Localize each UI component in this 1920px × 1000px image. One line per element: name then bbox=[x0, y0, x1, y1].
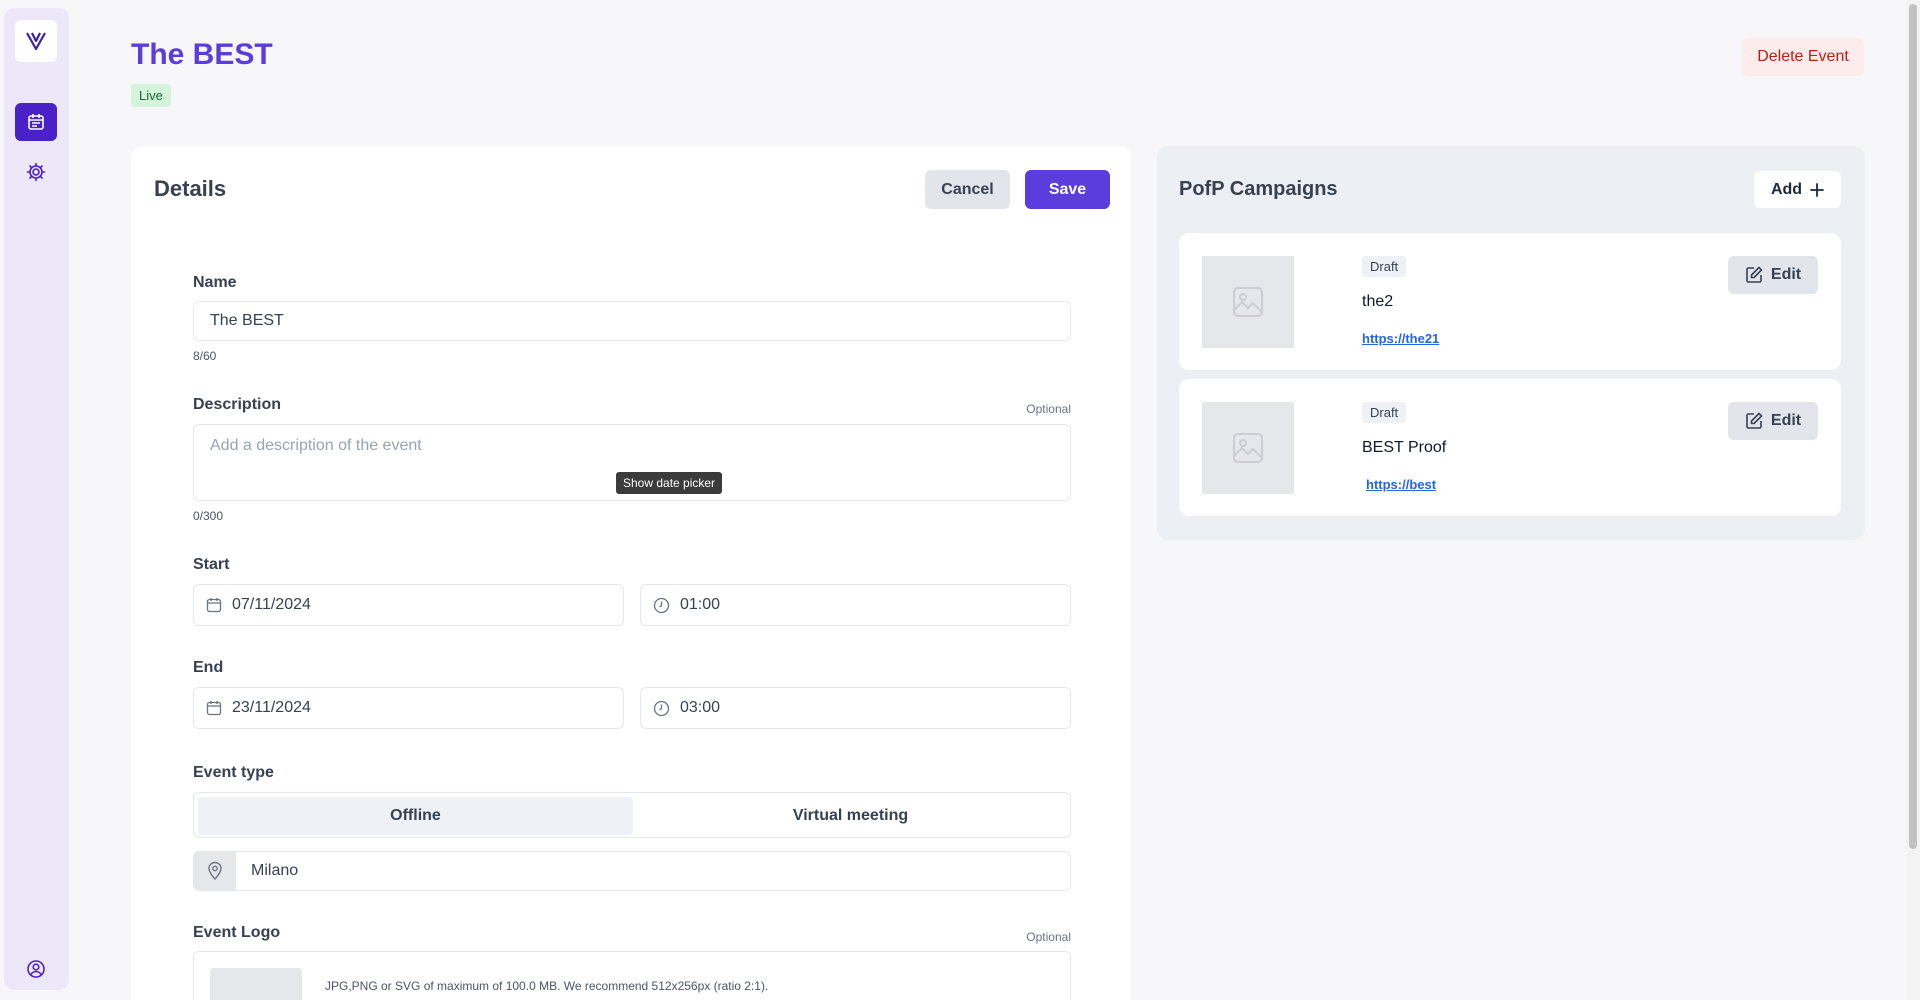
event-logo-upload[interactable]: JPG,PNG or SVG of maximum of 100.0 MB. W… bbox=[193, 951, 1071, 1000]
page-scrollbar[interactable] bbox=[1906, 0, 1920, 1000]
sidebar bbox=[4, 8, 69, 990]
add-campaign-button[interactable]: Add bbox=[1754, 171, 1841, 208]
event-type-label: Event type bbox=[193, 764, 274, 781]
campaign-card[interactable]: Draft BEST Proof https://best Edit bbox=[1179, 379, 1841, 516]
start-time-input[interactable]: 01:00 bbox=[640, 584, 1071, 626]
end-label: End bbox=[193, 659, 224, 676]
user-profile-button[interactable] bbox=[15, 950, 57, 988]
event-logo-optional: Optional bbox=[1026, 930, 1071, 944]
end-date-value: 23/11/2024 bbox=[232, 699, 311, 716]
edit-label: Edit bbox=[1770, 266, 1802, 283]
event-type-virtual[interactable]: Virtual meeting bbox=[633, 797, 1068, 835]
start-date-value: 07/11/2024 bbox=[232, 596, 311, 613]
event-type-selector: Offline Virtual meeting bbox=[193, 792, 1071, 838]
image-placeholder-icon bbox=[210, 968, 302, 1000]
app-logo[interactable] bbox=[15, 20, 57, 62]
campaign-thumbnail bbox=[1202, 256, 1294, 348]
details-card: Details Cancel Save Name The BEST 8/60 D… bbox=[131, 146, 1131, 1000]
campaigns-panel: PofP Campaigns Add Draft the2 https://th… bbox=[1157, 146, 1865, 540]
user-circle-icon bbox=[27, 960, 45, 978]
description-counter: 0/300 bbox=[193, 509, 224, 523]
sidebar-item-settings[interactable] bbox=[15, 153, 57, 191]
scrollbar-thumb[interactable] bbox=[1909, 4, 1917, 849]
name-input[interactable]: The BEST bbox=[193, 301, 1071, 341]
add-label: Add bbox=[1770, 180, 1803, 198]
location-value: Milano bbox=[251, 862, 299, 879]
campaign-name: BEST Proof bbox=[1362, 439, 1447, 456]
image-placeholder-icon bbox=[1233, 287, 1263, 317]
delete-event-button[interactable]: Delete Event bbox=[1742, 38, 1864, 76]
event-logo-hint: JPG,PNG or SVG of maximum of 100.0 MB. W… bbox=[325, 979, 769, 993]
edit-icon bbox=[1746, 266, 1763, 283]
details-title: Details bbox=[154, 176, 227, 201]
start-label: Start bbox=[193, 556, 230, 573]
calendar-icon bbox=[28, 114, 44, 130]
campaign-link[interactable]: https://best bbox=[1366, 477, 1436, 492]
image-placeholder-icon bbox=[1233, 433, 1263, 463]
campaign-thumbnail bbox=[1202, 402, 1294, 494]
page-title: The BEST bbox=[131, 38, 273, 71]
campaign-link[interactable]: https://the21 bbox=[1362, 331, 1439, 346]
plus-icon bbox=[1810, 182, 1824, 197]
location-pin-icon bbox=[194, 852, 236, 890]
location-input[interactable]: Milano bbox=[193, 851, 1071, 891]
edit-label: Edit bbox=[1770, 412, 1802, 429]
description-optional: Optional bbox=[1026, 402, 1071, 416]
campaign-status-badge: Draft bbox=[1362, 402, 1407, 423]
end-time-input[interactable]: 03:00 bbox=[640, 687, 1071, 729]
name-counter: 8/60 bbox=[193, 349, 217, 363]
campaign-card[interactable]: Draft the2 https://the21 Edit bbox=[1179, 233, 1841, 370]
edit-icon bbox=[1746, 412, 1763, 429]
end-date-input[interactable]: 23/11/2024 bbox=[193, 687, 624, 729]
event-logo-label: Event Logo bbox=[193, 924, 281, 941]
edit-campaign-button[interactable]: Edit bbox=[1728, 402, 1818, 440]
campaign-name: the2 bbox=[1362, 293, 1394, 310]
start-date-input[interactable]: 07/11/2024 bbox=[193, 584, 624, 626]
description-label: Description bbox=[193, 396, 282, 413]
description-placeholder: Add a description of the event bbox=[210, 437, 422, 454]
date-picker-tooltip: Show date picker bbox=[616, 472, 723, 494]
end-time-value: 03:00 bbox=[680, 699, 721, 716]
clock-icon bbox=[653, 700, 670, 716]
name-label: Name bbox=[193, 274, 237, 291]
start-time-value: 01:00 bbox=[680, 596, 721, 613]
save-button[interactable]: Save bbox=[1025, 170, 1110, 209]
sidebar-item-events[interactable] bbox=[15, 103, 57, 141]
logo-v-icon bbox=[26, 32, 46, 51]
cancel-button[interactable]: Cancel bbox=[925, 170, 1010, 209]
status-badge: Live bbox=[131, 84, 171, 107]
campaign-status-badge: Draft bbox=[1362, 256, 1407, 277]
gear-icon bbox=[26, 162, 46, 182]
calendar-icon bbox=[206, 701, 222, 716]
event-type-offline[interactable]: Offline bbox=[198, 797, 633, 835]
campaigns-title: PofP Campaigns bbox=[1179, 178, 1338, 200]
edit-campaign-button[interactable]: Edit bbox=[1728, 256, 1818, 294]
calendar-icon bbox=[206, 598, 222, 613]
name-value: The BEST bbox=[210, 312, 284, 329]
clock-icon bbox=[653, 597, 670, 613]
